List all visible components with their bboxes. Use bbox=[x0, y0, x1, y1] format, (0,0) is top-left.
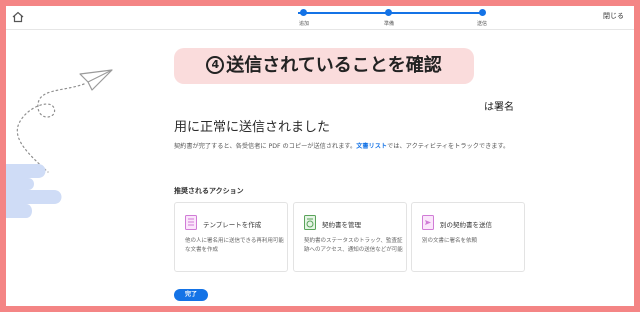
signature-seal-text: は署名 bbox=[484, 102, 514, 113]
step-dot-send bbox=[479, 9, 486, 16]
success-title: 用に正常に送信されました bbox=[174, 120, 331, 135]
step-label-prepare: 準備 bbox=[383, 21, 395, 27]
close-button[interactable]: 閉じる bbox=[603, 11, 624, 21]
card-title: テンプレートを作成 bbox=[203, 221, 262, 229]
card-description: 他の人に署名用に送信できる再利用可能な文書を作成 bbox=[185, 238, 284, 253]
document-list-link[interactable]: 文書リスト bbox=[356, 143, 387, 150]
send-another-card[interactable]: 別の契約書を送信 別の文書に署名を依頼 bbox=[411, 202, 525, 272]
description-text-prefix: 契約書が完了すると、各受信者に PDF のコピーが送信されます。 bbox=[174, 143, 357, 150]
progress-stepper: 追加 準備 送信 bbox=[294, 9, 488, 29]
step-label-add: 追加 bbox=[298, 21, 310, 27]
step-banner: 4 送信されていることを確認 bbox=[174, 48, 474, 84]
step-number-badge: 4 bbox=[206, 56, 225, 74]
paper-plane-illustration bbox=[16, 69, 113, 173]
manage-agreement-icon bbox=[304, 215, 316, 230]
success-description: 契約書が完了すると、各受信者に PDF のコピーが送信されます。文書リストでは、… bbox=[174, 142, 534, 152]
home-icon[interactable] bbox=[11, 10, 25, 24]
app-window: 追加 準備 送信 閉じる 4 送信されていることを確認 は署名 用に正常に送信され… bbox=[6, 6, 634, 306]
done-button[interactable]: 完了 bbox=[174, 289, 208, 301]
template-icon bbox=[185, 215, 197, 230]
card-description: 別の文書に署名を依頼 bbox=[422, 238, 478, 244]
banner-text: 送信されていることを確認 bbox=[226, 55, 442, 76]
send-another-icon bbox=[422, 215, 434, 230]
card-title: 契約書を管理 bbox=[322, 221, 361, 229]
manage-agreement-card[interactable]: 契約書を管理 契約書のステータスのトラック、監査証跡へのアクセス、通知の送信など… bbox=[293, 202, 407, 272]
top-bar: 追加 準備 送信 閉じる bbox=[6, 6, 634, 30]
cloud-decoration bbox=[6, 164, 62, 218]
create-template-card[interactable]: テンプレートを作成 他の人に署名用に送信できる再利用可能な文書を作成 bbox=[174, 202, 288, 272]
card-title: 別の契約書を送信 bbox=[440, 221, 492, 229]
description-text-suffix: では、アクティビティをトラックできます。 bbox=[387, 143, 510, 150]
recommended-actions-heading: 推奨されるアクション bbox=[174, 187, 244, 195]
step-dot-prepare bbox=[385, 9, 392, 16]
step-label-send: 送信 bbox=[476, 21, 488, 27]
step-dot-add bbox=[300, 9, 307, 16]
card-description: 契約書のステータスのトラック、監査証跡へのアクセス、通知の送信などが可能 bbox=[304, 238, 403, 253]
